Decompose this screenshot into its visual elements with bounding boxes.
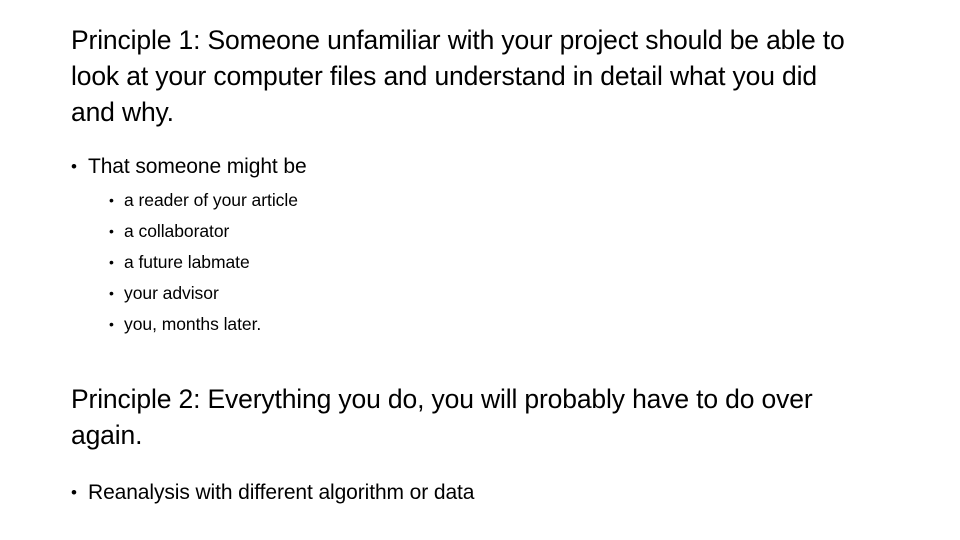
sub-bullet-list: • a reader of your article • a collaborato… bbox=[71, 185, 871, 340]
presentation-slide: Principle 1: Someone unfamiliar with you… bbox=[0, 0, 960, 540]
bullet-reanalysis: • Reanalysis with different algorithm or … bbox=[71, 478, 871, 508]
bullet-point-icon: • bbox=[71, 483, 77, 502]
list-item: • you, months later. bbox=[71, 309, 871, 340]
spacer-heading1-bullet bbox=[71, 130, 871, 152]
list-item: • a collaborator bbox=[71, 216, 871, 247]
spacer-heading2-bullet bbox=[71, 453, 871, 478]
list-item-label: a collaborator bbox=[124, 221, 230, 241]
bullet-point-icon: • bbox=[109, 223, 114, 239]
bullet-label: That someone might be bbox=[88, 155, 307, 178]
bullet-point-icon: • bbox=[71, 157, 77, 176]
list-item: • a reader of your article bbox=[71, 185, 871, 216]
list-item-label: you, months later. bbox=[124, 314, 262, 334]
principle-1-heading: Principle 1: Someone unfamiliar with you… bbox=[71, 25, 852, 127]
bullet-that-someone-might-be: • That someone might be bbox=[71, 152, 871, 182]
slide-content-body: Principle 1: Someone unfamiliar with you… bbox=[71, 22, 871, 508]
bullet-label: Reanalysis with different algorithm or d… bbox=[88, 481, 475, 504]
bullet-point-icon: • bbox=[109, 192, 114, 208]
spacer-sublist-heading2 bbox=[71, 340, 871, 381]
list-item: • your advisor bbox=[71, 278, 871, 309]
bullet-point-icon: • bbox=[109, 285, 114, 301]
list-item-label: a reader of your article bbox=[124, 190, 298, 210]
bullet-point-icon: • bbox=[109, 254, 114, 270]
bullet-point-icon: • bbox=[109, 316, 114, 332]
list-item-label: a future labmate bbox=[124, 252, 250, 272]
list-item-label: your advisor bbox=[124, 283, 219, 303]
principle-2-heading: Principle 2: Everything you do, you will… bbox=[71, 384, 820, 450]
list-item: • a future labmate bbox=[71, 247, 871, 278]
